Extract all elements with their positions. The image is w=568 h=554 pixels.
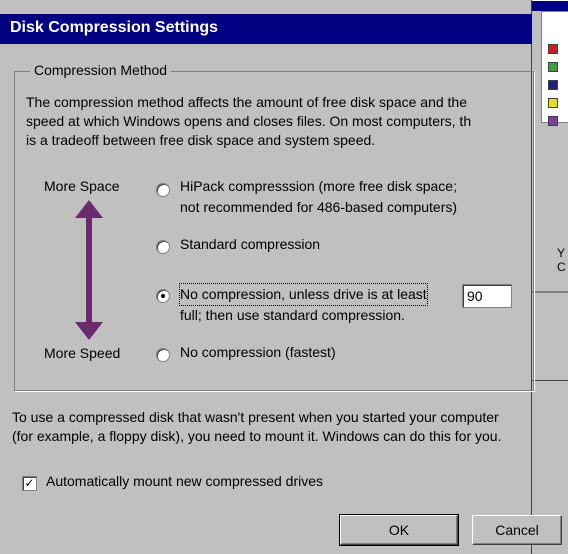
description-line: The compression method affects the amoun…	[26, 94, 467, 110]
red-swatch	[548, 44, 558, 54]
no-compression-fastest-radio[interactable]	[156, 348, 170, 362]
threshold-percent-input[interactable]	[462, 284, 512, 308]
auto-mount-checkbox[interactable]: ✓	[22, 476, 37, 491]
yellow-swatch	[548, 98, 558, 108]
standard-compression-label[interactable]: Standard compression	[180, 234, 320, 255]
background-text-line: C	[557, 260, 566, 274]
space-speed-arrow-icon	[75, 200, 103, 340]
green-swatch	[548, 62, 558, 72]
description-line: speed at which Windows opens and closes …	[26, 113, 472, 129]
more-speed-label: More Speed	[44, 345, 121, 361]
description-line: is a tradeoff between free disk space an…	[26, 132, 376, 148]
description-text: The compression method affects the amoun…	[26, 93, 471, 150]
option-line: full; then use standard compression.	[180, 307, 405, 323]
dialog-title: Disk Compression Settings	[10, 19, 219, 36]
background-window: Y C	[528, 0, 568, 381]
mount-info-line: To use a compressed disk that wasn't pre…	[12, 409, 499, 425]
no-compression-threshold-label[interactable]: No compression, unless drive is at least…	[179, 283, 428, 326]
hipack-option-label[interactable]: HiPack compresssion (more free disk spac…	[180, 176, 457, 218]
mount-info-text: To use a compressed disk that wasn't pre…	[12, 408, 501, 446]
mount-info-line: (for example, a floppy disk), you need t…	[12, 428, 502, 444]
background-window-titlebar	[529, 1, 568, 11]
background-text-line: Y	[557, 246, 566, 260]
navy-swatch	[548, 80, 558, 90]
option-line: not recommended for 486-based computers)	[180, 199, 458, 215]
more-space-label: More Space	[44, 178, 120, 194]
standard-compression-radio[interactable]	[156, 240, 170, 254]
background-divider	[529, 291, 568, 293]
no-compression-fastest-label[interactable]: No compression (fastest)	[180, 342, 336, 363]
hipack-radio[interactable]	[156, 183, 170, 197]
no-compression-threshold-radio[interactable]	[156, 289, 170, 303]
cancel-button[interactable]: Cancel	[472, 515, 562, 545]
background-window-text: Y C	[557, 246, 566, 274]
option-line: No compression, unless drive is at least	[179, 283, 428, 306]
disk-compression-dialog: Disk Compression Settings Compression Me…	[0, 0, 562, 554]
title-bar[interactable]: Disk Compression Settings	[0, 14, 532, 44]
ok-button[interactable]: OK	[339, 514, 459, 546]
option-line: HiPack compresssion (more free disk spac…	[180, 178, 457, 194]
group-label: Compression Method	[30, 62, 172, 78]
purple-swatch	[548, 116, 558, 126]
auto-mount-label[interactable]: Automatically mount new compressed drive…	[46, 471, 323, 492]
color-legend-panel	[541, 11, 568, 126]
